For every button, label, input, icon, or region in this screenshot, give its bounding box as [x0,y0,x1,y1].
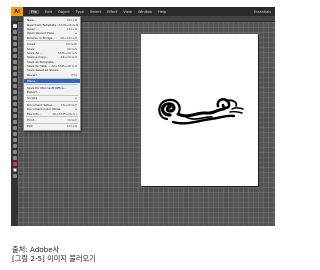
screen-mode-icon[interactable] [12,174,17,178]
menu-item-scripts[interactable]: Scripts ▸ [24,96,80,100]
caption-source: 출처: Adobe사 [12,245,60,254]
fill-swatch-icon[interactable] [12,162,17,166]
menu-item-browse-bridge[interactable]: Browse in Bridge... Alt+Ctrl+O [24,36,80,40]
scale-tool-icon[interactable] [12,90,17,94]
caption-figure-title: [그림 2-5] 이미지 불러오기 [12,254,96,263]
pen-tool-icon[interactable] [12,42,17,46]
figure-caption: 출처: Adobe사 [그림 2-5] 이미지 불러오기 [12,245,96,263]
brush-tool-icon[interactable] [12,66,17,70]
menu-bar: Ai File Edit Object Type Select Effect V… [11,7,275,16]
cloud-right-wisp-1 [231,107,244,110]
cloud-band-upper [176,107,226,118]
cloud-pattern-artwork[interactable] [156,95,244,127]
type-tool-icon[interactable] [12,48,17,52]
slice-tool-icon[interactable] [12,144,17,148]
menu-item-exit[interactable]: Exit Ctrl+Q [24,124,80,128]
menu-view[interactable]: View [123,10,132,14]
menu-item-file-info[interactable]: File Info... Alt+Shift+Ctrl+I [24,111,80,116]
illustrator-screenshot: Ai File Edit Object Type Select Effect V… [11,7,275,226]
pencil-tool-icon[interactable] [12,72,17,76]
mesh-tool-icon[interactable] [12,120,17,124]
gradient-tool-icon[interactable] [12,126,17,130]
menu-object[interactable]: Object [58,10,70,14]
direct-selection-tool-icon[interactable] [12,30,17,34]
menu-item-export[interactable]: Export... [24,90,80,94]
graph-tool-icon[interactable] [12,114,17,118]
line-tool-icon[interactable] [12,54,17,58]
menu-type[interactable]: Type [76,10,84,14]
menu-item-revert[interactable]: Revert F12 [24,73,80,77]
eraser-tool-icon[interactable] [12,78,17,82]
artboard[interactable] [141,34,258,186]
free-transform-tool-icon[interactable] [12,102,17,106]
eyedropper-tool-icon[interactable] [12,132,17,136]
magic-wand-tool-icon[interactable] [12,36,17,40]
menu-file[interactable]: File [29,9,40,14]
cloud-left-swirl [161,102,176,117]
stroke-swatch-icon[interactable] [12,168,17,172]
menu-window[interactable]: Window [138,10,152,14]
file-menu-dropdown: New... Ctrl+N New from Template... Shift+C… [23,16,81,131]
menu-item-print[interactable]: Print... Ctrl+P [24,118,80,122]
selection-tool-icon[interactable] [12,24,17,28]
cloud-right-wisp-2 [229,110,243,114]
zoom-tool-icon[interactable] [12,156,17,160]
menu-item-place[interactable]: Place... [24,79,80,84]
warp-tool-icon[interactable] [12,96,17,100]
blend-tool-icon[interactable] [12,138,17,142]
menu-effect[interactable]: Effect [107,10,117,14]
symbol-sprayer-tool-icon[interactable] [12,108,17,112]
menu-help[interactable]: Help [158,10,166,14]
rectangle-tool-icon[interactable] [12,60,17,64]
tools-panel [11,22,18,226]
workspace-switcher[interactable]: Essentials [254,10,271,14]
rotate-tool-icon[interactable] [12,84,17,88]
menu-select[interactable]: Select [90,10,101,14]
menu-edit[interactable]: Edit [45,10,52,14]
hand-tool-icon[interactable] [12,150,17,154]
app-logo: Ai [11,7,23,16]
